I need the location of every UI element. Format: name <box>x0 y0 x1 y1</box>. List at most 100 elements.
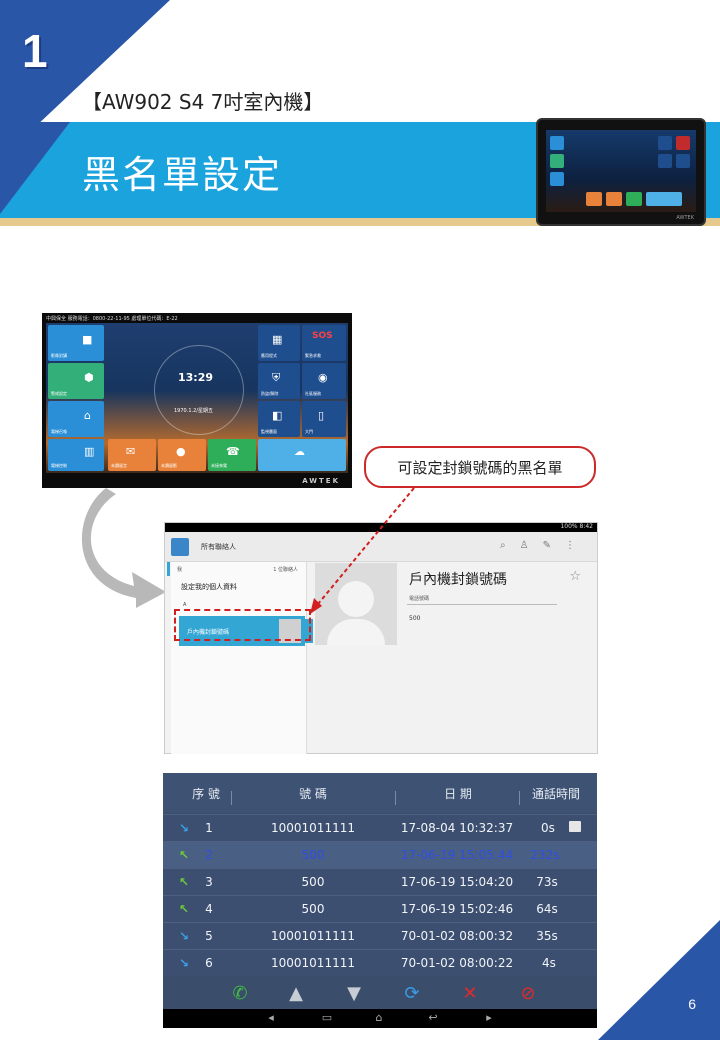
sync-icon[interactable]: ⟳ <box>397 983 427 1004</box>
tile-gate[interactable]: ▯ 大門 <box>302 401 346 437</box>
avatar-body <box>327 619 385 645</box>
edit-icon[interactable]: ✎ <box>543 540 565 551</box>
search-icon[interactable]: ⌕ <box>500 540 520 551</box>
down-arrow-icon[interactable]: ▼ <box>339 983 369 1004</box>
elevator-icon: ▥ <box>84 445 95 458</box>
slide-page: 1 【AW902 S4 7吋室內機】 黑名單設定 AWTEK 中興保全 服務電話… <box>0 0 720 1040</box>
call-log-row[interactable]: ↘ 6 10001011111 70-01-02 08:00:22 4s <box>163 949 597 976</box>
slide-subtitle: 【AW902 S4 7吋室內機】 <box>82 90 324 114</box>
row-index: 3 <box>205 875 213 889</box>
row-duration: 0s <box>541 821 555 835</box>
row-date: 17-06-19 15:05:44 <box>400 848 514 862</box>
call-log-row[interactable]: ↖ 2 500 17-06-19 15:05:44 232s <box>163 841 597 868</box>
back-icon[interactable]: ↩ <box>421 1011 445 1024</box>
clock-ring <box>154 345 244 435</box>
row-number: 500 <box>301 848 325 862</box>
tile-community[interactable]: ◉ 社區服務 <box>302 363 346 399</box>
home-icon[interactable]: ⌂ <box>367 1011 391 1024</box>
tile-intercom[interactable]: ■ 影像對講 <box>48 325 104 361</box>
door-icon: ▯ <box>318 409 325 422</box>
tile-label: 應用程式 <box>261 353 277 358</box>
call-icon[interactable]: ✆ <box>225 983 255 1004</box>
tile-label: 警戒設定 <box>51 391 67 396</box>
outgoing-call-icon: ↖ <box>179 902 190 916</box>
contacts-app-title[interactable]: 所有聯絡人 <box>201 542 236 552</box>
row-date: 17-06-19 15:02:46 <box>400 902 514 916</box>
row-index: 2 <box>205 848 213 862</box>
volume-up-icon[interactable]: ▸ <box>477 1011 501 1024</box>
row-index: 6 <box>205 956 213 970</box>
apps-grid-icon: ▦ <box>272 333 283 346</box>
tile-emergency[interactable]: SOS 緊急求救 <box>302 325 346 361</box>
weather-icon: ☁ <box>294 445 305 458</box>
device-tile <box>550 154 564 168</box>
device-tile <box>658 136 672 150</box>
device-screen <box>546 130 696 212</box>
tile-weather[interactable]: ☁ <box>258 439 346 471</box>
row-duration: 64s <box>536 902 558 916</box>
sos-icon: SOS <box>312 331 333 341</box>
detail-phone-number[interactable]: 500 <box>409 615 420 622</box>
page-title: 黑名單設定 <box>82 153 283 197</box>
recording-icon[interactable] <box>569 821 581 832</box>
device-tile <box>658 154 672 168</box>
device-tile <box>606 192 622 206</box>
row-number: 10001011111 <box>271 929 355 943</box>
row-index: 5 <box>205 929 213 943</box>
call-log-row[interactable]: ↖ 3 500 17-06-19 15:04:20 73s <box>163 868 597 895</box>
call-log-row[interactable]: ↘ 1 10001011111 17-08-04 10:32:37 0s <box>163 814 597 841</box>
home-screen-screenshot: 中興保全 服務電話：0800-22-11-95 處理單位代碼：E-22 13:2… <box>42 313 352 488</box>
col-number: 號 碼 <box>299 787 327 801</box>
tile-label: 未讀留影 <box>161 463 177 468</box>
home-screen: 13:29 1970.1.2/星期五 ■ 影像對講 ⬢ 警戒設定 ⌂ 電梯召喚 … <box>46 323 348 473</box>
tile-unread-messages[interactable]: ✉ 未讀留言 <box>108 439 156 471</box>
my-profile-item[interactable]: 設定我的個人資料 <box>181 582 237 592</box>
row-duration: 232s <box>530 848 560 862</box>
tile-label: 未接來電 <box>211 463 227 468</box>
overflow-menu-icon[interactable]: ⋮ <box>565 540 589 551</box>
row-date: 70-01-02 08:00:22 <box>400 956 514 970</box>
tile-elevator-call[interactable]: ⌂ 電梯召喚 <box>48 401 104 437</box>
device-brand: AWTEK <box>676 215 694 221</box>
highlight-box <box>174 609 311 641</box>
tile-unread-video[interactable]: ● 未讀留影 <box>158 439 206 471</box>
page-number: 6 <box>688 996 696 1012</box>
contact-photo <box>315 563 397 645</box>
tile-arm-disarm[interactable]: ⛨ 防盜/解除 <box>258 363 300 399</box>
up-arrow-icon[interactable]: ▲ <box>281 983 311 1004</box>
row-date: 70-01-02 08:00:32 <box>400 929 514 943</box>
device-tile <box>646 192 682 206</box>
house-icon: ⌂ <box>84 409 91 422</box>
tile-missed-calls[interactable]: ☎ 未接來電 <box>208 439 256 471</box>
contacts-app-icon[interactable] <box>171 538 189 556</box>
callout-bubble: 可設定封鎖號碼的黑名單 <box>364 446 596 488</box>
call-log-row[interactable]: ↖ 4 500 17-06-19 15:02:46 64s <box>163 895 597 922</box>
recent-apps-icon[interactable]: ▭ <box>315 1011 339 1024</box>
col-separator <box>231 791 232 805</box>
status-bar: 100% 8:42 <box>165 523 597 532</box>
tile-elevator-control[interactable]: ▥ 電梯控制 <box>48 439 104 471</box>
star-icon[interactable]: ☆ <box>569 569 581 584</box>
contact-detail-name: 戶內機封鎖號碼 <box>409 572 507 588</box>
outgoing-call-icon: ↖ <box>179 848 190 862</box>
tile-label: 電梯控制 <box>51 463 67 468</box>
block-icon[interactable]: ⊘ <box>513 983 543 1004</box>
call-log-header: 序 號 號 碼 日 期 通話時間 <box>163 773 597 813</box>
tile-apps[interactable]: ▦ 應用程式 <box>258 325 300 361</box>
list-count: 1 位聯絡人 <box>273 567 298 573</box>
android-nav-bar: ◂ ▭ ⌂ ↩ ▸ <box>163 1009 597 1028</box>
call-log-row[interactable]: ↘ 5 10001011111 70-01-02 08:00:32 35s <box>163 922 597 949</box>
home-date: 1970.1.2/星期五 <box>174 408 213 414</box>
add-contact-icon[interactable]: ♙ <box>520 540 543 551</box>
row-duration: 73s <box>536 875 558 889</box>
volume-down-icon[interactable]: ◂ <box>259 1011 283 1024</box>
device-tile <box>550 172 564 186</box>
row-number: 500 <box>301 875 325 889</box>
home-clock: 13:29 <box>178 371 214 384</box>
delete-icon[interactable]: ✕ <box>455 983 485 1004</box>
tile-monitor[interactable]: ◧ 監視畫面 <box>258 401 300 437</box>
home-brand: AWTEK <box>302 477 340 485</box>
step-number: 1 <box>22 25 48 77</box>
list-header: 我 <box>177 567 183 573</box>
tile-guard[interactable]: ⬢ 警戒設定 <box>48 363 104 399</box>
